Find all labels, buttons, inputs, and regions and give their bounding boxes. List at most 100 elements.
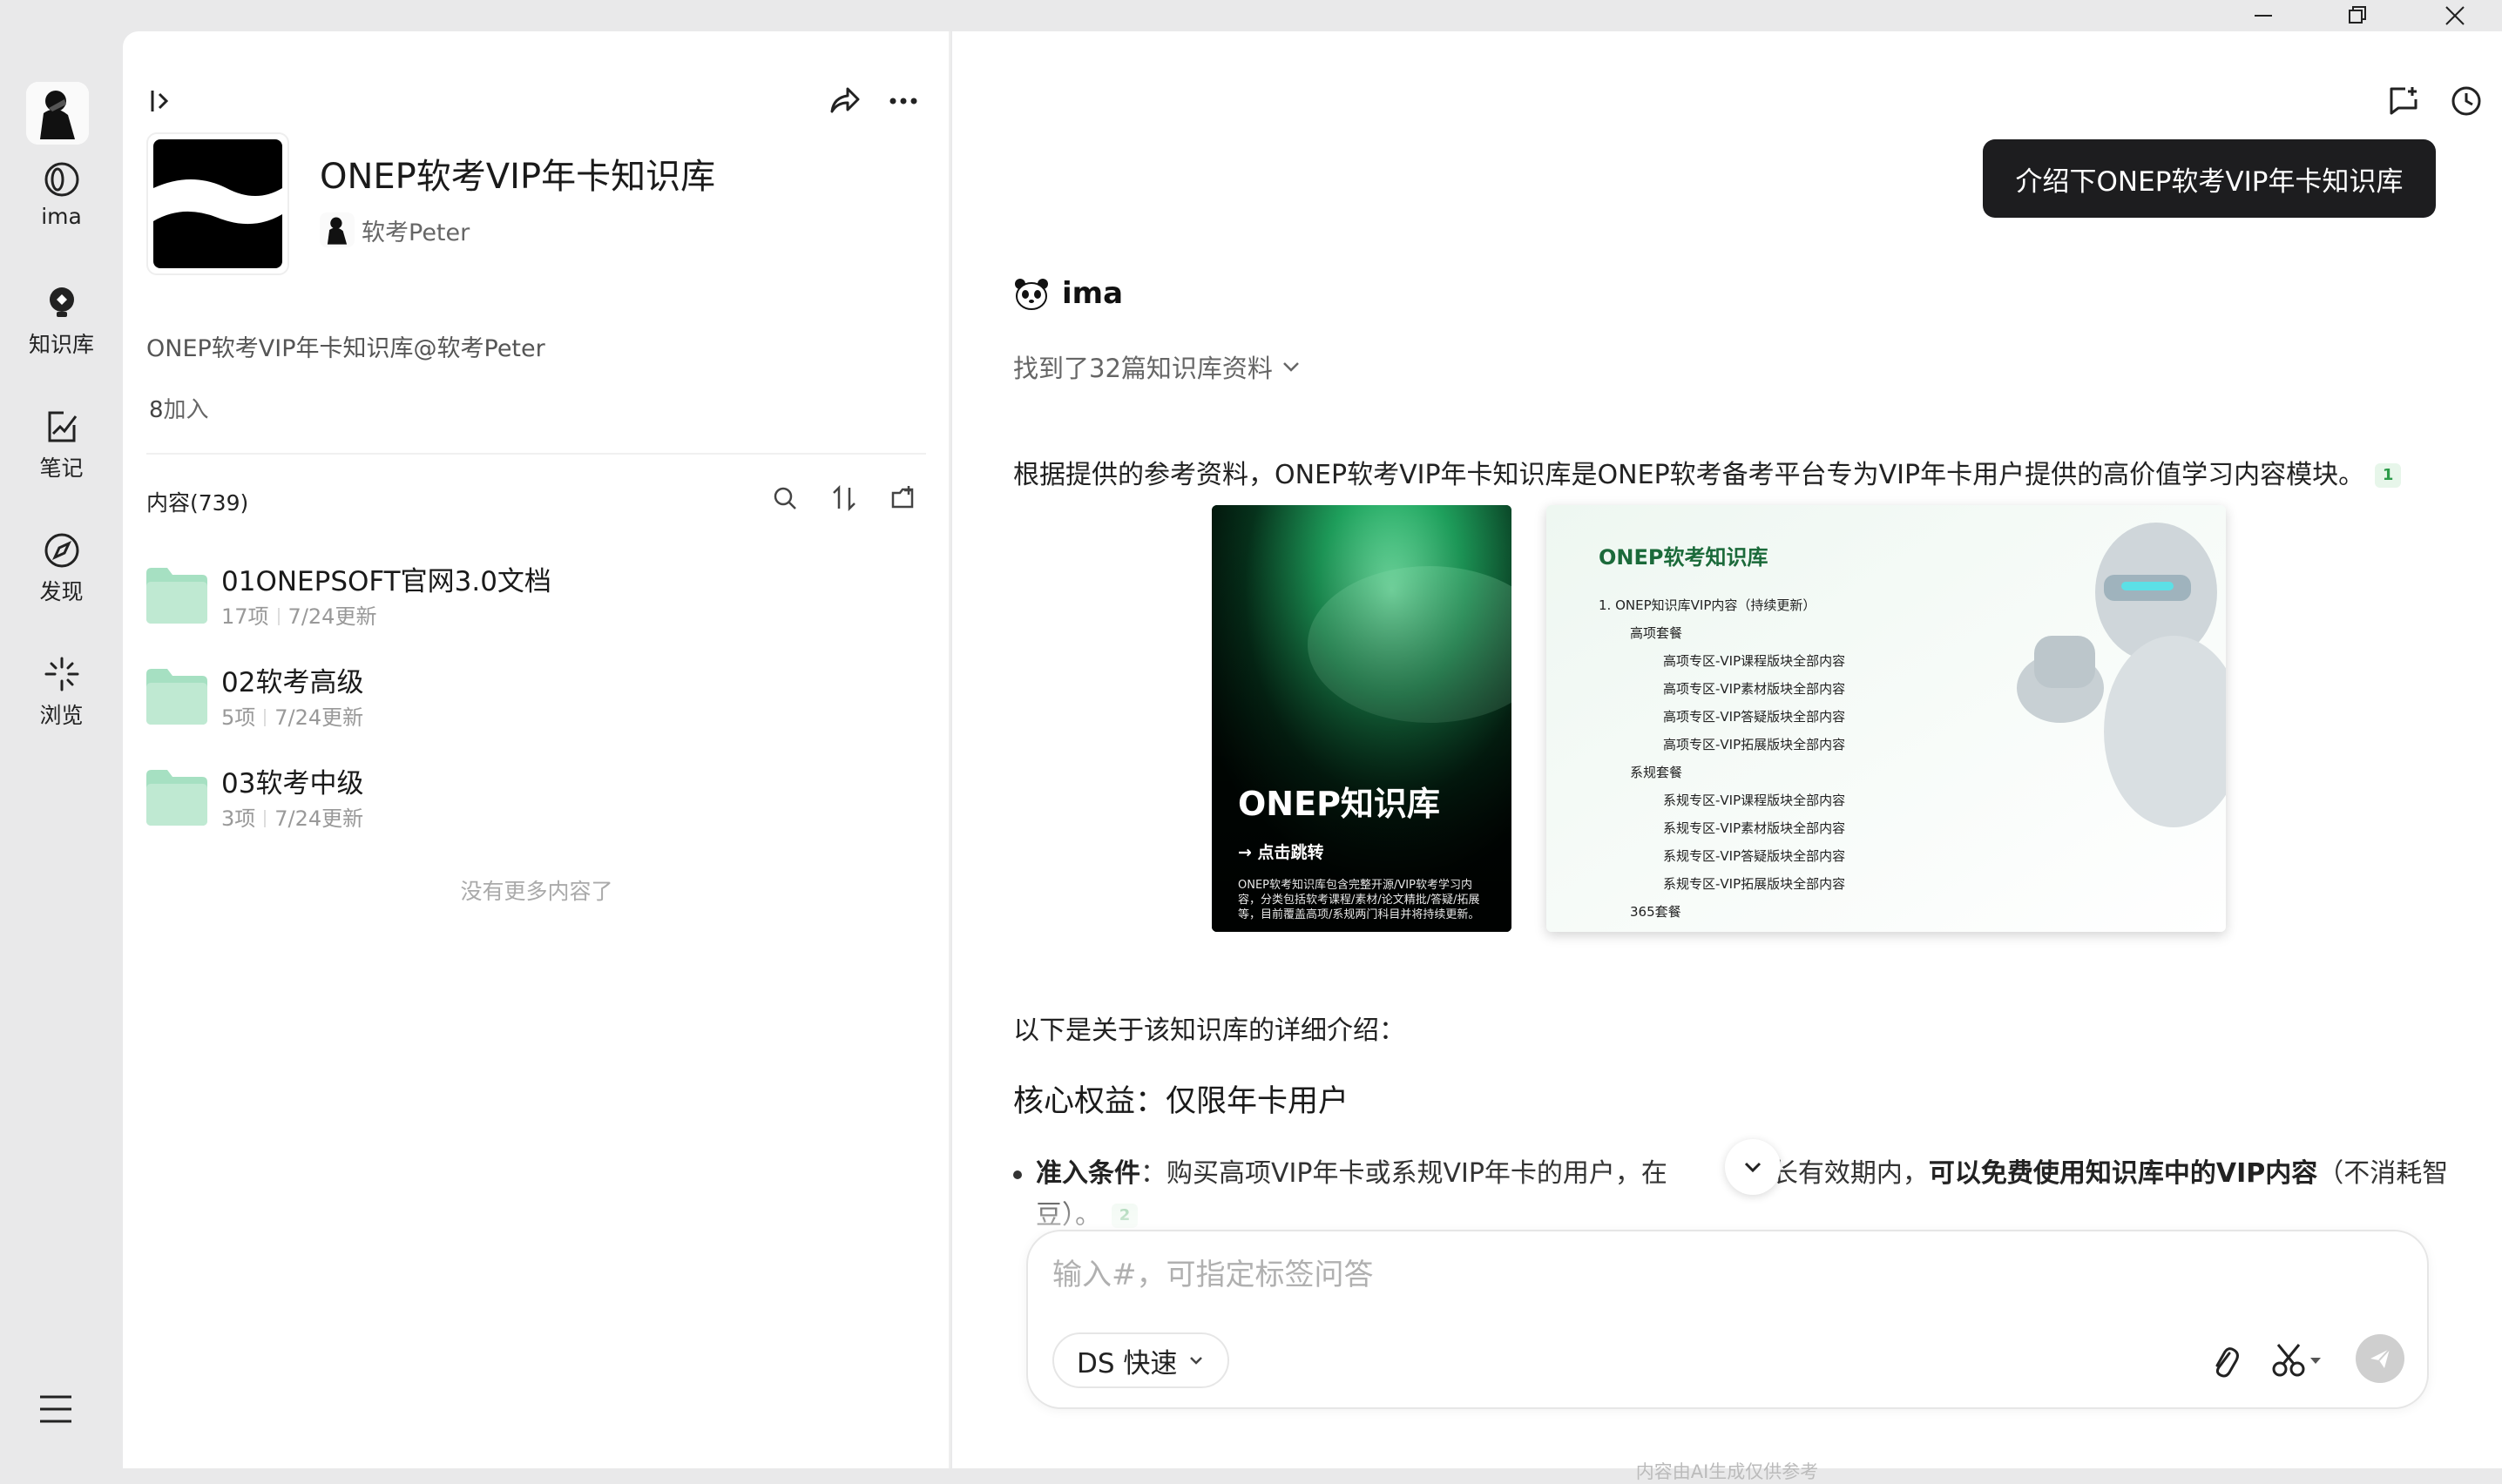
folder-updated: 7/24更新 <box>287 604 377 629</box>
chevron-down-icon <box>1283 362 1299 372</box>
contents-line: 1. ONEP知识库VIP内容（持续更新） <box>1599 597 1816 613</box>
folder-count: 5项 <box>221 705 256 730</box>
close-button[interactable] <box>2429 0 2481 31</box>
model-name: DS 快速 <box>1077 1347 1178 1379</box>
folder-name: 01ONEPSOFT官网3.0文档 <box>221 566 551 597</box>
title-bar <box>0 0 2502 31</box>
chat-input[interactable] <box>1052 1251 2359 1299</box>
folder-name: 03软考中级 <box>221 768 364 799</box>
notes-icon <box>48 411 77 442</box>
chevron-down-icon <box>1744 1162 1762 1173</box>
content-add-button[interactable] <box>886 481 921 516</box>
folder-meta: 3项 7/24更新 <box>221 801 363 832</box>
folder-count: 17项 <box>221 604 269 629</box>
more-dots-icon <box>889 98 917 105</box>
folder-icon <box>146 669 207 725</box>
rail-item-knowledge-base[interactable]: 知识库 <box>0 284 123 359</box>
rail-item-notes[interactable]: 笔记 <box>0 408 123 482</box>
contents-line: 高项套餐 <box>1630 625 1683 641</box>
author-avatar <box>320 212 355 247</box>
bullet-dot <box>1013 1170 1022 1179</box>
no-more-content-text: 没有更多内容了 <box>460 879 613 904</box>
folder-icon <box>146 568 207 624</box>
rail-item-label: 浏览 <box>39 703 84 728</box>
chat-input-box: DS 快速 <box>1026 1230 2429 1409</box>
contents-line: 高项专区-VIP拓展版块全部内容 <box>1663 737 1846 752</box>
contents-line: 高项专区-VIP课程版块全部内容 <box>1663 653 1846 669</box>
sidebar-expand-icon <box>151 91 169 111</box>
lightbulb-icon <box>49 287 74 317</box>
rail-item-ima[interactable]: ima <box>0 160 123 229</box>
browse-sparkle-icon <box>44 657 78 691</box>
promo-jump-link: → 点击跳转 <box>1238 843 1324 862</box>
send-button[interactable] <box>2356 1334 2404 1383</box>
content-count-heading: 内容(739) <box>146 490 249 516</box>
restore-icon <box>2349 6 2366 24</box>
folder-name: 02软考高级 <box>221 667 364 698</box>
scissors-icon <box>2272 1344 2305 1377</box>
bot-header: ima <box>1013 275 1123 312</box>
history-button[interactable] <box>2449 84 2484 118</box>
answer-intro-text: 根据提供的参考资料，ONEP软考VIP年卡知识库是ONEP软考备考平台专为VIP… <box>1013 460 2365 490</box>
share-icon <box>830 87 860 113</box>
kb-title: ONEP软考VIP年卡知识库 <box>320 157 716 197</box>
sort-icon <box>833 484 855 512</box>
folder-icon <box>146 770 207 826</box>
kb-author[interactable]: 软考Peter <box>320 212 470 247</box>
kb-promo-image[interactable]: ONEP知识库 → 点击跳转 ONEP软考知识库包含完整开源/VIP软考学习内容… <box>1212 505 1511 932</box>
folder-item[interactable]: 02软考高级 5项 7/24更新 <box>146 660 922 747</box>
attach-button[interactable] <box>2202 1338 2246 1383</box>
detail-intro: 以下是关于该知识库的详细介绍： <box>1013 1015 1405 1046</box>
kb-contents-image[interactable]: ONEP软考知识库 1. ONEP知识库VIP内容（持续更新） 高项套餐 高项专… <box>1546 505 2226 932</box>
collapse-sidebar-button[interactable] <box>147 85 179 120</box>
contents-line: 系规套餐 <box>1630 765 1683 780</box>
add-note-icon <box>2390 87 2417 115</box>
folder-item[interactable]: 01ONEPSOFT官网3.0文档 17项 7/24更新 <box>146 559 922 646</box>
folder-item[interactable]: 03软考中级 3项 7/24更新 <box>146 761 922 848</box>
contents-line: 系规专区-VIP拓展版块全部内容 <box>1663 876 1846 892</box>
paperclip-icon <box>2215 1347 2239 1378</box>
folder-meta: 17项 7/24更新 <box>221 599 376 630</box>
contents-line: 高项专区-VIP素材版块全部内容 <box>1663 681 1846 697</box>
rail-item-browse[interactable]: 浏览 <box>0 655 123 730</box>
clock-icon <box>2451 86 2481 116</box>
new-note-button[interactable] <box>2386 84 2421 118</box>
contents-line: 高项专区-VIP答疑版块全部内容 <box>1663 709 1846 725</box>
folder-updated: 7/24更新 <box>274 806 364 831</box>
contents-line: 365套餐 <box>1630 904 1681 920</box>
menu-button[interactable] <box>37 1392 80 1427</box>
content-search-button[interactable] <box>768 481 802 516</box>
ima-logo-icon <box>44 162 78 197</box>
rail-item-label: 笔记 <box>39 455 84 481</box>
joined-number: 8 <box>149 397 164 423</box>
rail-item-label: 知识库 <box>28 332 94 357</box>
minimize-button[interactable] <box>2237 0 2289 31</box>
compass-icon <box>44 533 78 568</box>
content-sort-button[interactable] <box>827 481 862 516</box>
user-avatar[interactable] <box>26 82 89 145</box>
contents-title: ONEP软考知识库 <box>1599 545 1768 570</box>
chat-panel: 介绍下ONEP软考VIP年卡知识库 ima 找到了32篇知识库资料 根据提供的参… <box>952 31 2502 1482</box>
author-name: 软考Peter <box>362 219 470 246</box>
citation-badge[interactable]: 1 <box>2375 463 2402 488</box>
answer-intro: 根据提供的参考资料，ONEP软考VIP年卡知识库是ONEP软考备考平台专为VIP… <box>1013 453 2402 491</box>
chevron-down-icon <box>1190 1357 1203 1365</box>
nav-rail: ima 知识库 笔记 发现 浏览 <box>0 31 123 1468</box>
rail-item-discover[interactable]: 发现 <box>0 531 123 606</box>
hamburger-icon <box>40 1395 71 1423</box>
found-sources-toggle[interactable]: 找到了32篇知识库资料 <box>1013 348 1302 385</box>
section-heading: 核心权益：仅限年卡用户 <box>1013 1084 1349 1119</box>
kb-joined-count: 8加入 <box>149 392 209 424</box>
close-icon <box>2445 6 2465 25</box>
scissors-tool-button[interactable] <box>2265 1338 2328 1383</box>
scroll-to-bottom-button[interactable] <box>1725 1139 1781 1195</box>
promo-title: ONEP知识库 <box>1238 785 1440 823</box>
model-selector[interactable]: DS 快速 <box>1052 1332 1230 1388</box>
found-sources-text: 找到了32篇知识库资料 <box>1013 354 1273 383</box>
panda-icon <box>1015 279 1048 310</box>
contents-line: 系规专区-VIP课程版块全部内容 <box>1663 793 1846 808</box>
minimize-icon <box>2255 15 2272 17</box>
share-button[interactable] <box>827 84 862 122</box>
restore-button[interactable] <box>2331 0 2384 31</box>
more-button[interactable] <box>886 84 921 122</box>
